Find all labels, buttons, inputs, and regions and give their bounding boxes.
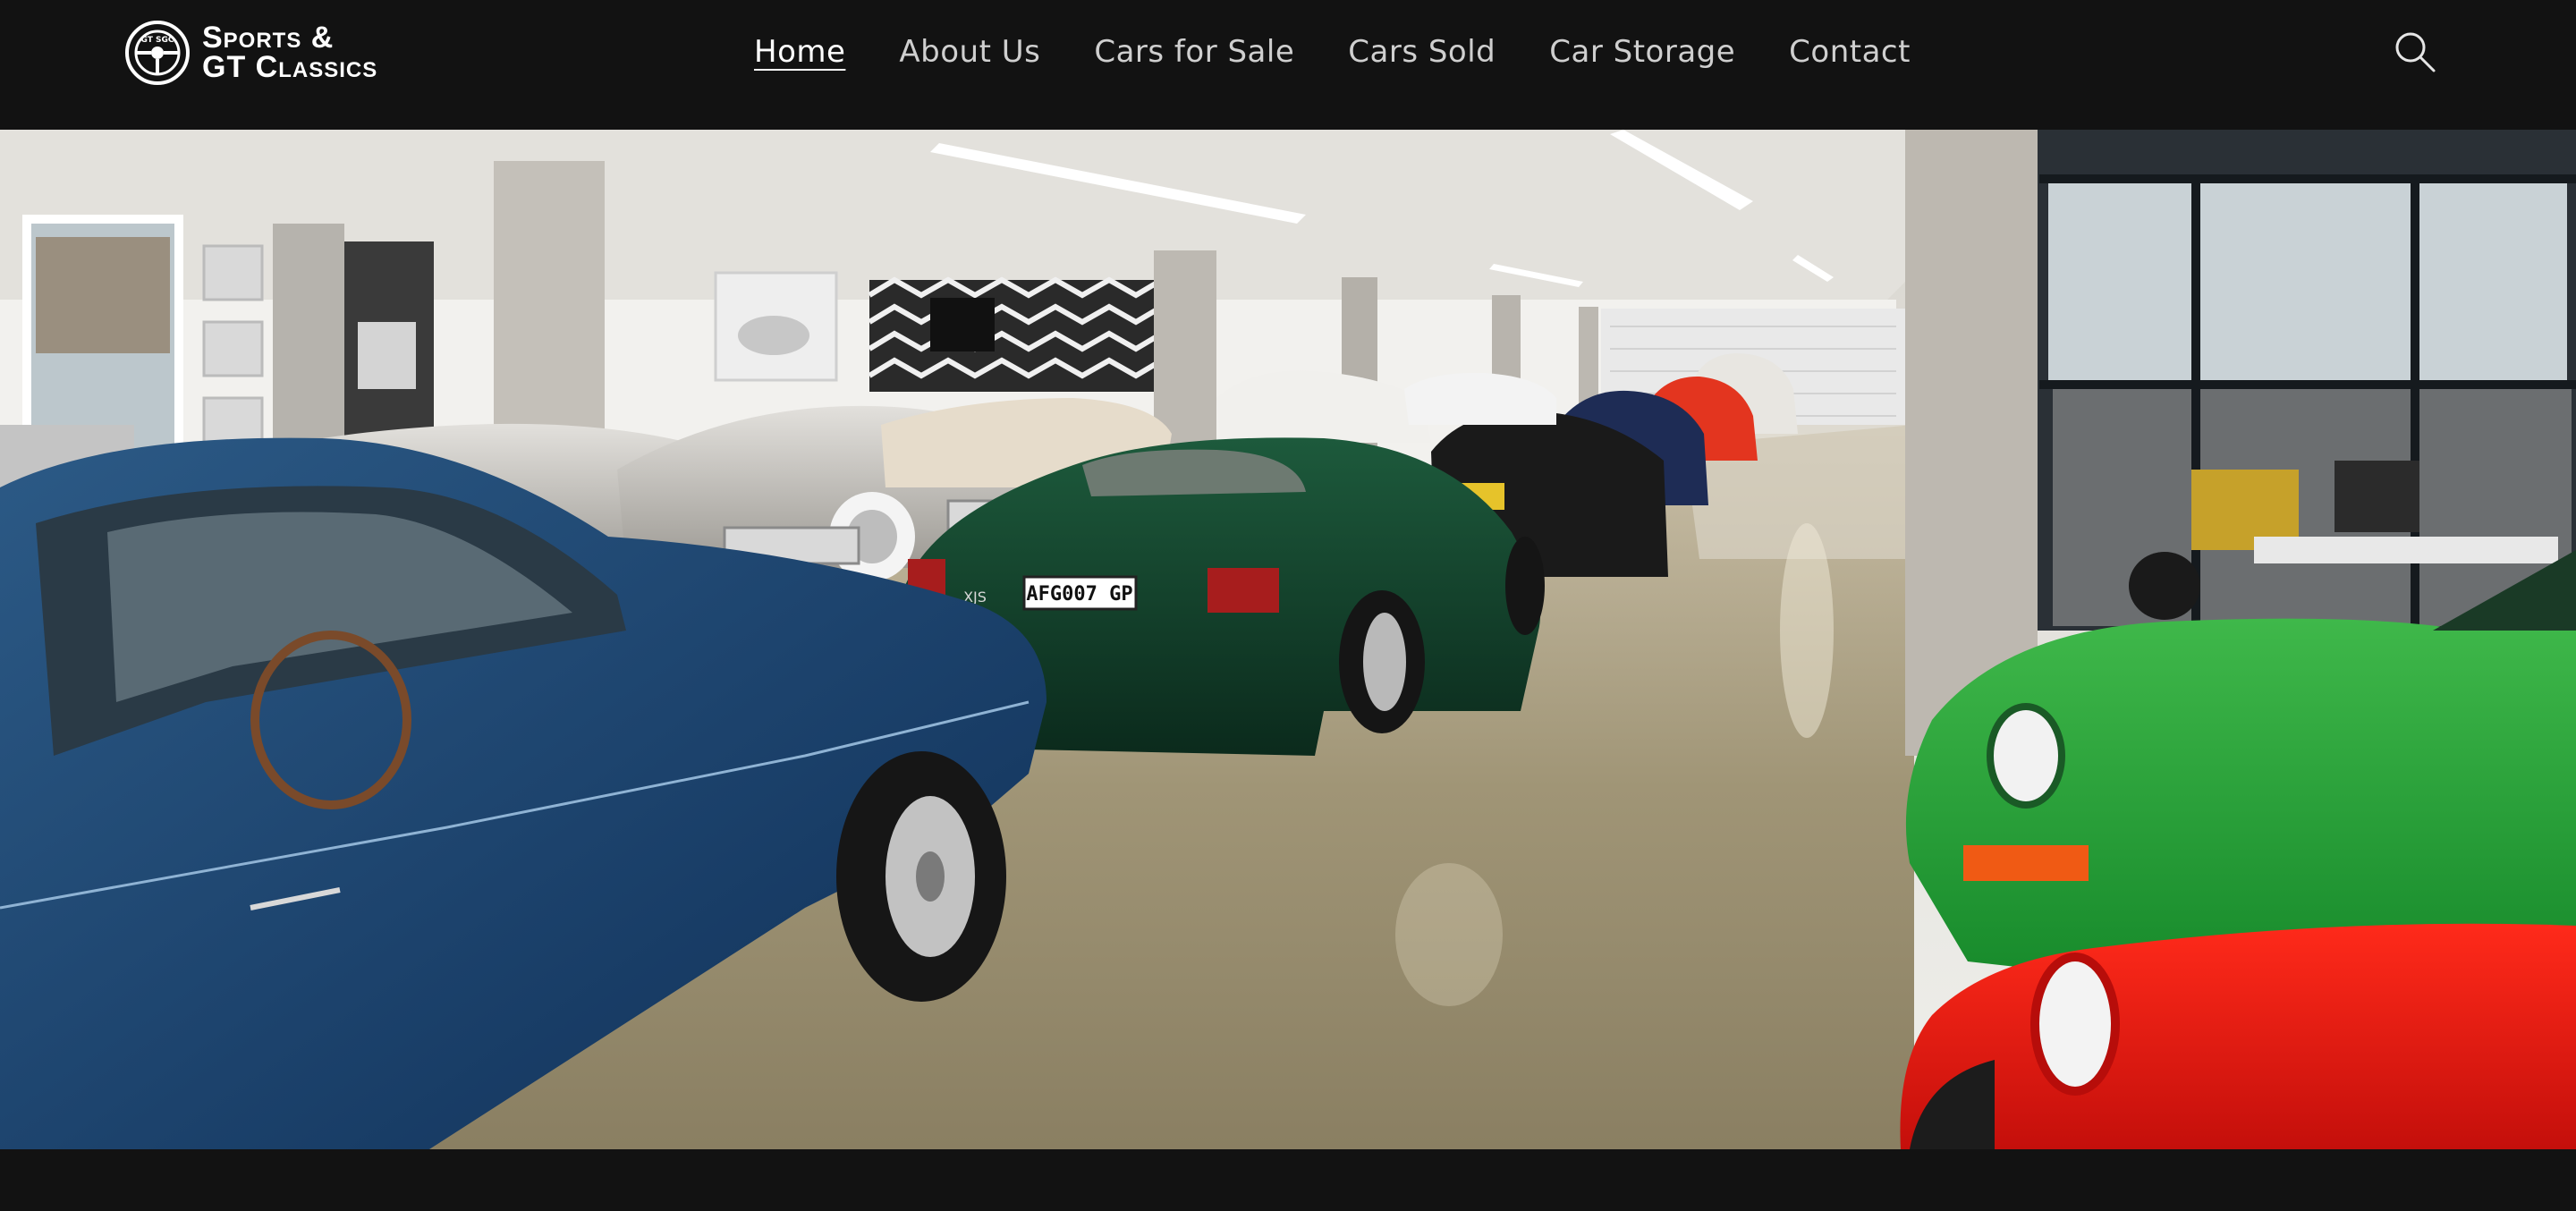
main-nav: Home About Us Cars for Sale Cars Sold Ca… xyxy=(754,25,1911,79)
emblem-text: GT SGC xyxy=(141,36,174,45)
nav-item-cars-sold[interactable]: Cars Sold xyxy=(1348,34,1496,70)
nav-item-home[interactable]: Home xyxy=(754,34,845,70)
showroom-photo: AFG007 GP XJS xyxy=(0,130,2576,1149)
nav-item-cars-for-sale[interactable]: Cars for Sale xyxy=(1094,34,1294,70)
brand-line-2: GT Classics xyxy=(202,50,378,84)
brand-name: Sports & GT Classics xyxy=(202,20,378,84)
site-header: GT SGC Sports & GT Classics Home About U… xyxy=(0,0,2576,130)
brand-line-1: Sports & xyxy=(202,20,335,55)
number-plate: AFG007 GP xyxy=(1026,583,1132,606)
hero-banner: AFG007 GP XJS xyxy=(0,130,2576,1149)
nav-item-about-us[interactable]: About Us xyxy=(899,34,1040,70)
search-button[interactable] xyxy=(2390,27,2440,77)
nav-item-contact[interactable]: Contact xyxy=(1789,34,1911,70)
brand-logo-link[interactable]: GT SGC Sports & GT Classics xyxy=(123,18,377,88)
nav-item-car-storage[interactable]: Car Storage xyxy=(1549,34,1735,70)
steering-wheel-logo-icon: GT SGC xyxy=(125,21,190,85)
search-icon xyxy=(2395,32,2436,72)
content-band xyxy=(0,1149,2576,1211)
